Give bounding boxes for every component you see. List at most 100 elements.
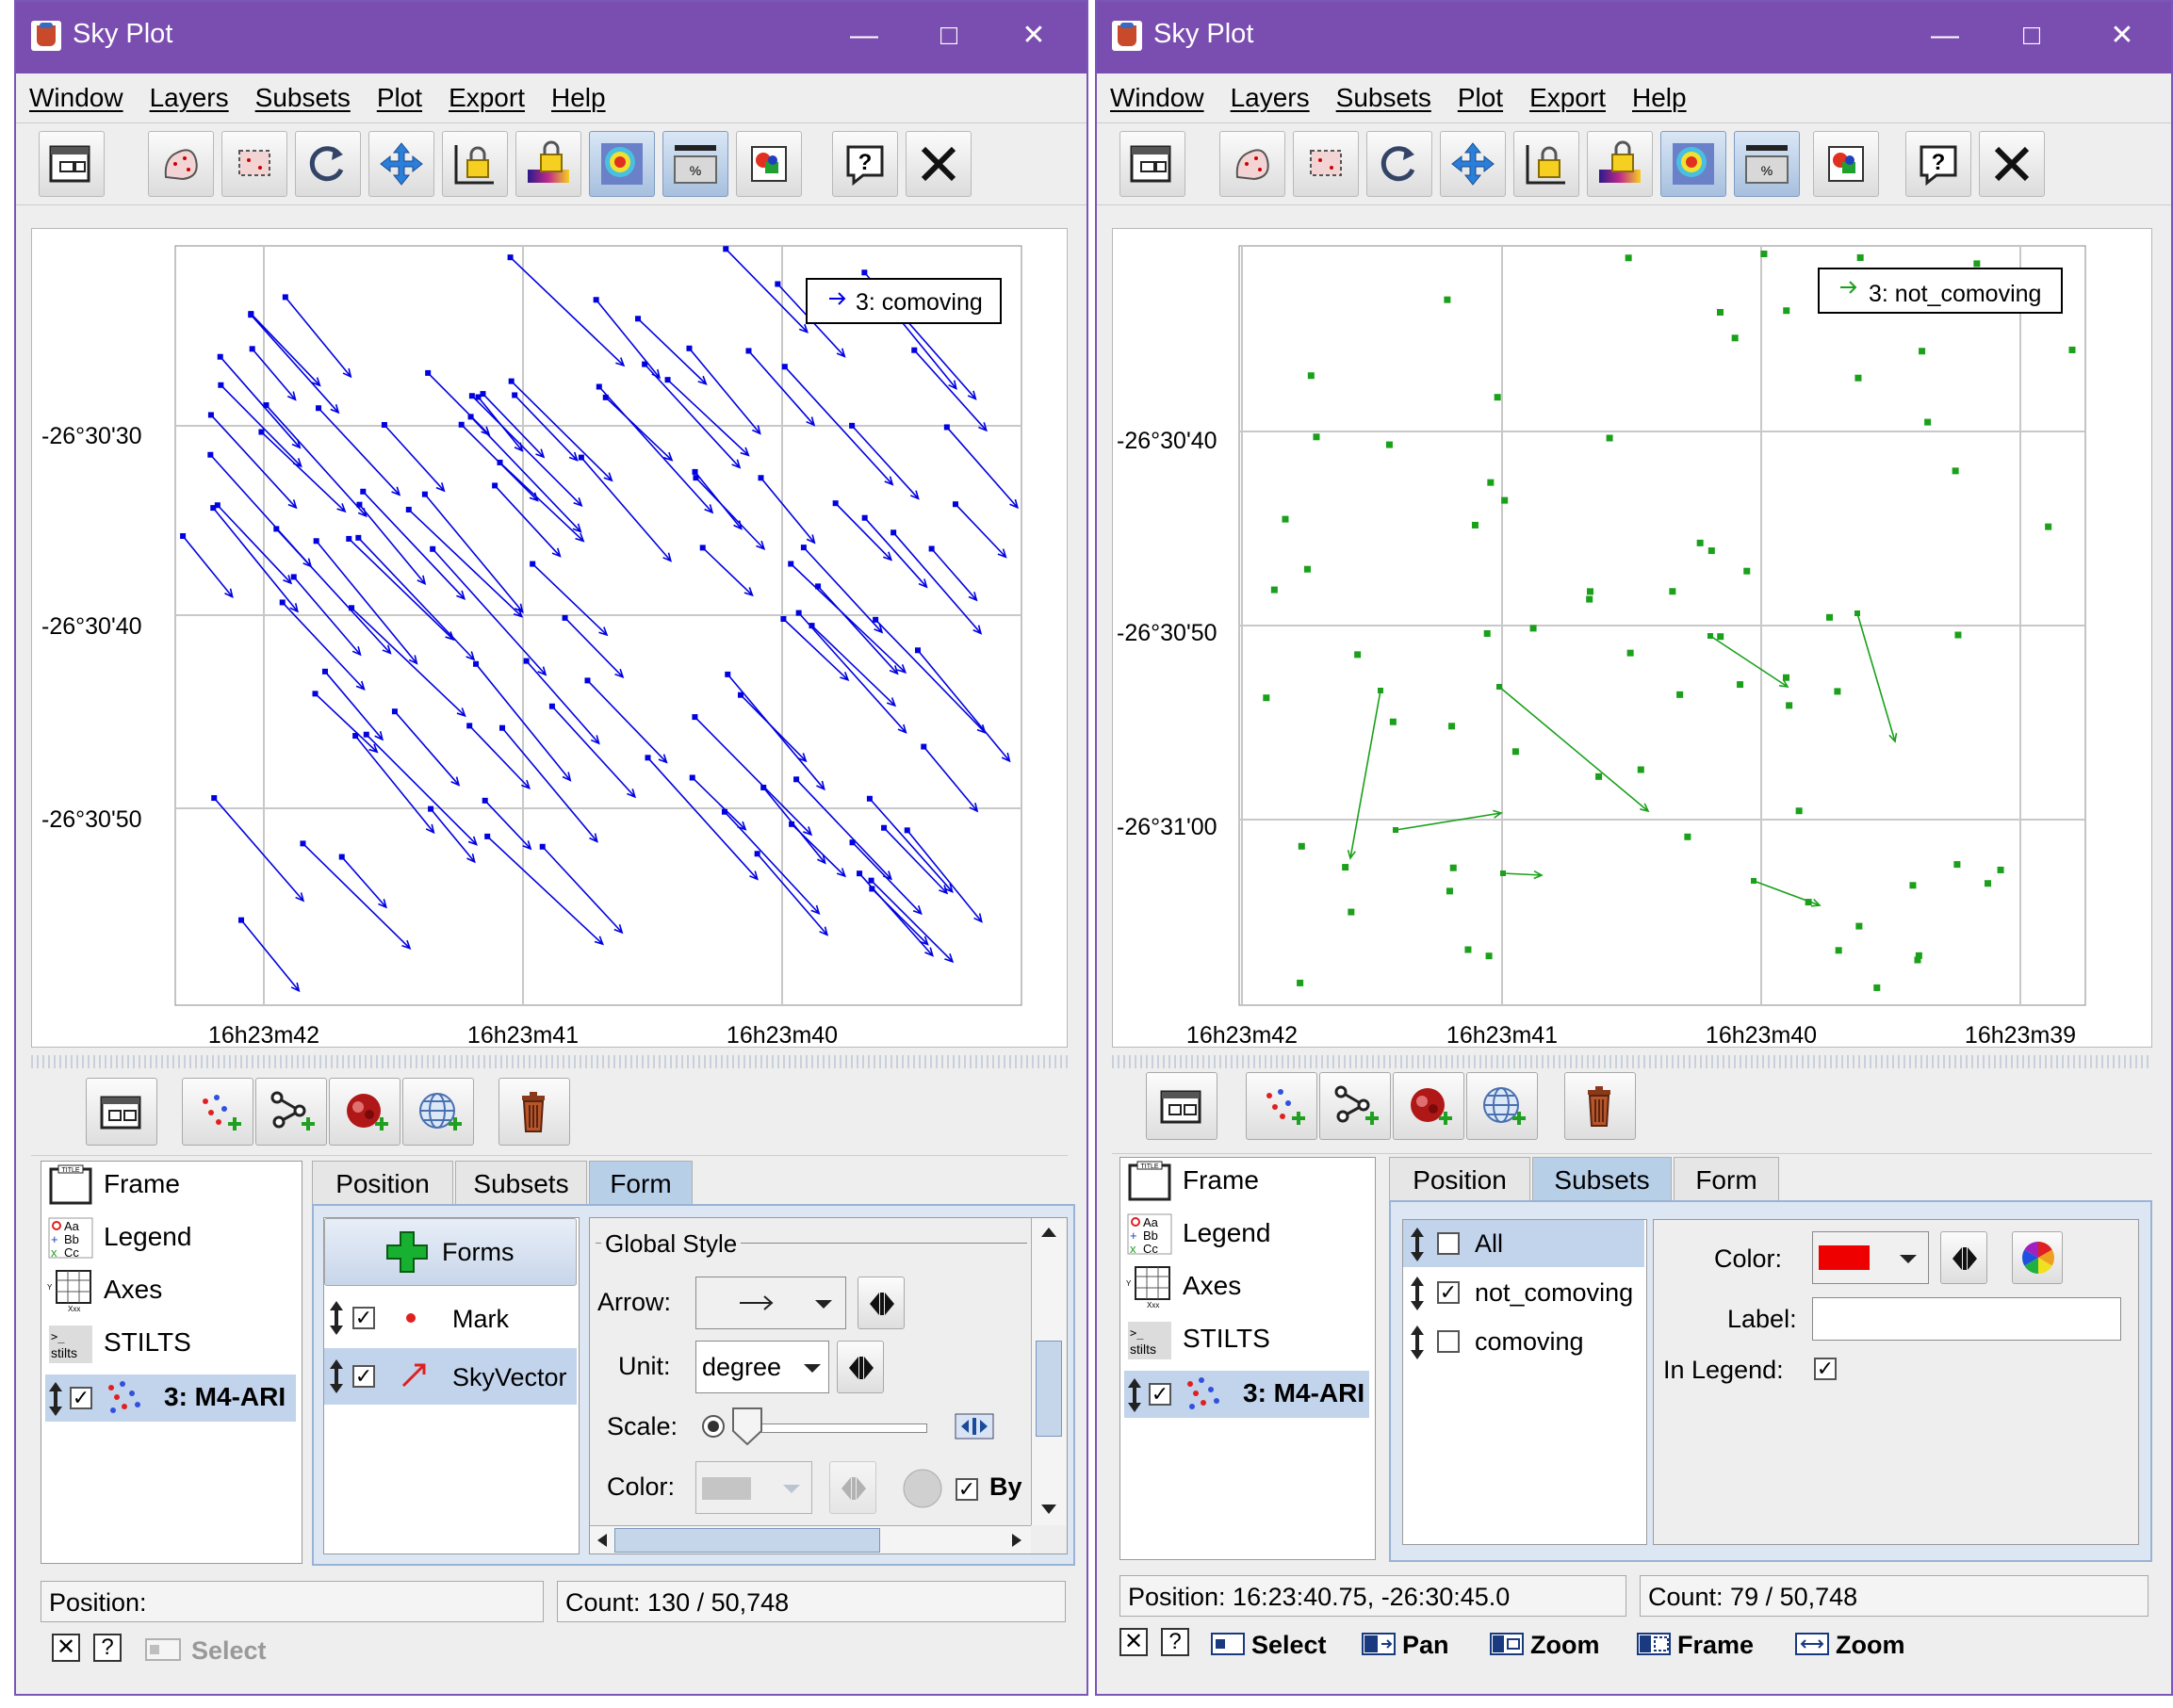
control-axes[interactable]: Xxx Y Axes [45,1267,296,1314]
menu-export[interactable]: Export [449,73,525,122]
control-stilts[interactable]: >_ stilts STILTS [1124,1316,1369,1363]
color-step-buttons[interactable] [1940,1231,1987,1284]
arrow-step-buttons[interactable] [858,1277,905,1329]
minimize-button[interactable]: — [1917,11,1973,60]
menu-window[interactable]: Window [29,73,123,122]
scroll-right-icon[interactable] [1010,1532,1023,1549]
export-image-button[interactable] [736,131,802,197]
color-chooser-button[interactable] [2012,1231,2063,1284]
rescale-button[interactable] [368,131,434,197]
sketch-toggle-button[interactable] [589,131,655,197]
subset-all-checkbox[interactable] [1437,1232,1460,1255]
box-subset-button[interactable] [221,131,287,197]
close-button[interactable]: ✕ [1005,11,1062,60]
tab-form[interactable]: Form [1674,1157,1779,1202]
add-pair-layer-button[interactable] [255,1078,327,1146]
add-position-layer-button[interactable] [1246,1072,1317,1140]
progress-bar-toggle-button[interactable]: % [662,131,728,197]
axis-lock-button[interactable] [442,131,508,197]
split-divider[interactable] [31,1055,1068,1068]
slider-mode-icon[interactable] [954,1412,995,1440]
sketch-toggle-button[interactable] [1660,131,1726,197]
axis-lock-button[interactable] [1513,131,1579,197]
mode-frame[interactable]: Frame [1636,1624,1768,1666]
menu-help[interactable]: Help [1632,73,1687,122]
minimize-button[interactable]: — [836,11,892,60]
close-window-button[interactable] [1979,131,2045,197]
form-item-skyvector[interactable]: ✓ SkyVector [324,1348,577,1405]
form-mark-checkbox[interactable]: ✓ [352,1307,375,1329]
vertical-scrollbar[interactable] [1031,1218,1066,1525]
mode-zoom[interactable]: Zoom [1489,1624,1611,1666]
control-layer-m4[interactable]: ✓ 3: M4-ARI [1124,1371,1369,1418]
remove-layer-button[interactable] [1564,1072,1636,1140]
add-pair-layer-button[interactable] [1319,1072,1391,1140]
sky-plot-canvas[interactable]: 3: not_comoving -26°30'40 -26°30'50 -26°… [1113,229,2153,1049]
blob-subset-button[interactable] [148,131,214,197]
box-subset-button[interactable] [1293,131,1359,197]
rescale-button[interactable] [1440,131,1506,197]
by-layer-checkbox[interactable]: ✓ [956,1478,978,1501]
close-small-button[interactable]: ✕ [52,1634,80,1662]
menu-layers[interactable]: Layers [150,73,229,122]
plot-area[interactable]: 3: not_comoving -26°30'40 -26°30'50 -26°… [1112,228,2153,1049]
control-axes[interactable]: Xxx Y Axes [1124,1263,1369,1310]
subset-comoving-checkbox[interactable] [1437,1330,1460,1353]
horizontal-scroll-thumb[interactable] [614,1528,880,1553]
control-legend[interactable]: Aa + Bb x Cc Legend [45,1214,296,1261]
mode-zoom-2[interactable]: Zoom [1794,1624,1917,1666]
menu-layers[interactable]: Layers [1231,73,1310,122]
maximize-button[interactable]: □ [921,11,977,60]
tab-subsets[interactable]: Subsets [455,1161,587,1206]
replot-button[interactable] [1366,131,1432,197]
aux-lock-button[interactable] [515,131,581,197]
scroll-up-icon[interactable] [1039,1226,1058,1239]
window-control-button[interactable] [39,131,105,197]
tab-form[interactable]: Form [589,1161,693,1206]
add-hips-layer-button[interactable] [1393,1072,1464,1140]
window-control-button[interactable] [86,1078,157,1146]
help-button[interactable]: ? [832,131,898,197]
horizontal-scrollbar[interactable] [590,1525,1031,1553]
control-frame[interactable]: TITLE Frame [1124,1158,1369,1205]
layer-visible-checkbox[interactable]: ✓ [1149,1383,1171,1406]
control-frame[interactable]: TITLE Frame [45,1162,296,1209]
subset-item-all[interactable]: All [1403,1220,1644,1267]
form-item-mark[interactable]: ✓ Mark [324,1292,577,1344]
menu-export[interactable]: Export [1529,73,1606,122]
radio-selected-icon[interactable] [701,1414,726,1439]
split-divider[interactable] [1112,1055,2152,1068]
menu-window[interactable]: Window [1110,73,1204,122]
unit-combo[interactable]: degree [695,1341,829,1393]
menu-subsets[interactable]: Subsets [255,73,351,122]
aux-lock-button[interactable] [1587,131,1653,197]
close-small-button[interactable]: ✕ [1119,1628,1148,1656]
plot-area[interactable]: 3: comoving -26°30'30 -26°30'40 -26°30'5… [31,228,1068,1049]
progress-bar-toggle-button[interactable]: % [1734,131,1800,197]
remove-layer-button[interactable] [498,1078,570,1146]
control-layer-m4[interactable]: ✓ 3: M4-ARI [45,1375,296,1422]
tab-position[interactable]: Position [1389,1157,1530,1202]
subset-color-combo[interactable] [1812,1231,1929,1284]
mode-select[interactable]: Select [1210,1624,1342,1666]
close-button[interactable]: ✕ [2094,11,2150,60]
add-hips-layer-button[interactable] [329,1078,400,1146]
help-small-button[interactable]: ? [93,1634,122,1662]
add-grid-layer-button[interactable] [402,1078,474,1146]
window-control-button[interactable] [1146,1072,1217,1140]
scale-slider-thumb[interactable] [731,1407,763,1446]
add-form-button[interactable]: Forms [324,1218,577,1286]
maximize-button[interactable]: □ [2003,11,2060,60]
control-stilts[interactable]: >_ stilts STILTS [45,1320,296,1367]
help-button[interactable]: ? [1905,131,1971,197]
scroll-down-icon[interactable] [1039,1503,1058,1516]
arrow-style-combo[interactable] [695,1277,846,1329]
export-image-button[interactable] [1813,131,1879,197]
add-grid-layer-button[interactable] [1466,1072,1538,1140]
menu-help[interactable]: Help [551,73,606,122]
vertical-scroll-thumb[interactable] [1036,1341,1062,1437]
control-legend[interactable]: Aa + Bb x Cc Legend [1124,1211,1369,1258]
form-skyvector-checkbox[interactable]: ✓ [352,1365,375,1388]
help-small-button[interactable]: ? [1161,1628,1189,1656]
in-legend-checkbox[interactable]: ✓ [1814,1358,1837,1380]
